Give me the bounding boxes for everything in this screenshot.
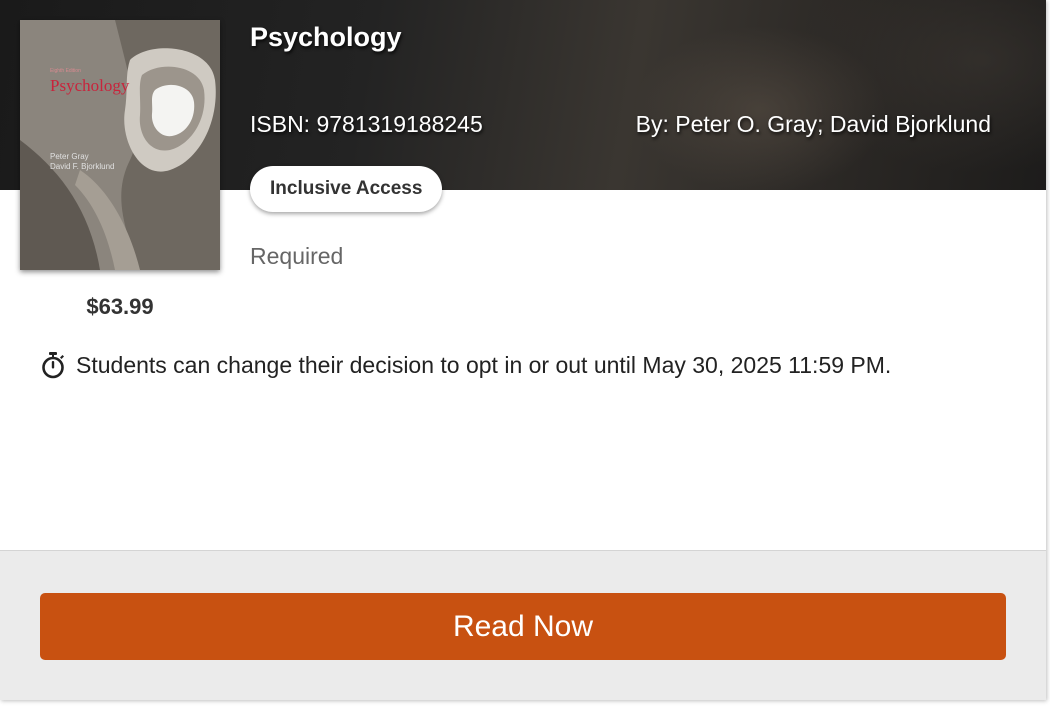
cover-author: David F. Bjorklund [50,162,115,171]
cover-authors: Peter Gray David F. Bjorklund [50,152,114,172]
opt-deadline-notice: Students can change their decision to op… [40,351,891,379]
cover-title: Psychology [50,76,130,95]
read-now-button[interactable]: Read Now [40,593,1006,660]
action-footer: Read Now [0,550,1046,700]
inclusive-access-badge: Inclusive Access [250,166,443,212]
notice-text: Students can change their decision to op… [76,351,892,378]
book-title: Psychology [250,22,402,52]
requirement-status: Required [250,243,344,269]
cover-art [20,20,220,270]
book-authors: By: Peter O. Gray; David Bjorklund [635,111,991,137]
cover-author: Peter Gray [50,152,89,161]
book-price: $63.99 [86,294,154,319]
book-cover[interactable]: Eighth Edition Psychology Peter Gray Dav… [20,20,220,270]
cover-edition: Eighth Edition [50,68,81,74]
book-card: Eighth Edition Psychology Peter Gray Dav… [0,0,1046,700]
stopwatch-icon [42,352,64,379]
book-isbn: ISBN: 9781319188245 [250,111,483,137]
